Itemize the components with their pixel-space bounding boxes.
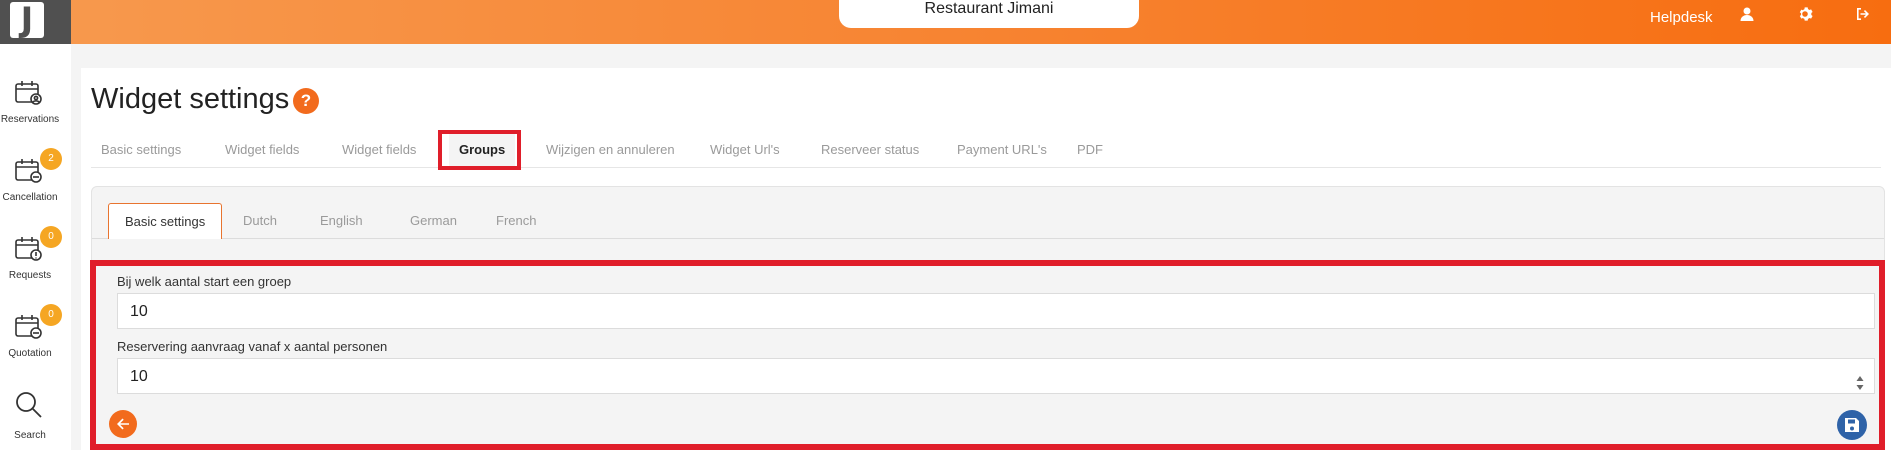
sidebar: Reservations 2 Cancellation 0 Requests 0…	[0, 44, 71, 450]
top-bar: J Restaurant Jimani Helpdesk	[0, 0, 1891, 44]
calendar-user-icon	[14, 78, 44, 108]
tab-wijzigen-en-annuleren[interactable]: Wijzigen en annuleren	[536, 132, 685, 168]
request-from-value: 10	[130, 368, 148, 385]
back-button[interactable]	[109, 410, 137, 438]
tab-reserveer-status[interactable]: Reserveer status	[811, 132, 929, 168]
sidebar-item-label: Search	[14, 430, 46, 441]
helpdesk-link[interactable]: Helpdesk	[1650, 9, 1713, 26]
requests-badge: 0	[40, 226, 62, 248]
sidebar-item-reservations[interactable]: Reservations	[0, 78, 71, 148]
group-start-value: 10	[130, 303, 148, 320]
cancellation-badge: 2	[40, 148, 62, 170]
group-start-input[interactable]: 10	[117, 293, 1875, 329]
settings-tabs: Basic settings Widget fields Widget fiel…	[91, 132, 1881, 168]
restaurant-selector[interactable]: Restaurant Jimani	[839, 0, 1139, 28]
tab-payment-urls[interactable]: Payment URL's	[947, 132, 1057, 168]
tab-widget-urls[interactable]: Widget Url's	[700, 132, 790, 168]
save-button[interactable]	[1837, 410, 1867, 440]
help-icon[interactable]: ?	[293, 88, 319, 114]
tab-pdf[interactable]: PDF	[1067, 132, 1113, 168]
quotation-badge: 0	[40, 304, 62, 326]
floppy-disk-icon	[1845, 418, 1859, 432]
sidebar-item-search[interactable]: Search	[0, 390, 71, 450]
tab-widget-fields[interactable]: Widget fields	[215, 132, 309, 168]
subtab-dutch[interactable]: Dutch	[227, 203, 293, 239]
sidebar-item-label: Reservations	[0, 114, 60, 125]
logo[interactable]: J	[0, 0, 71, 44]
logo-letter: J	[10, 2, 44, 38]
logout-icon[interactable]	[1855, 6, 1875, 26]
gear-icon[interactable]	[1797, 6, 1817, 26]
group-start-label: Bij welk aantal start een groep	[117, 274, 292, 289]
sidebar-item-label: Quotation	[8, 348, 52, 359]
tab-groups[interactable]: Groups	[449, 132, 516, 168]
subtab-basic-settings[interactable]: Basic settings	[108, 203, 223, 239]
language-tabs: Basic settings Dutch English German Fren…	[92, 203, 1884, 239]
sidebar-item-label: Requests	[8, 270, 52, 281]
subtab-french[interactable]: French	[480, 203, 552, 239]
subtab-english[interactable]: English	[304, 203, 379, 239]
user-icon[interactable]	[1739, 6, 1759, 26]
request-from-label: Reservering aanvraag vanaf x aantal pers…	[117, 339, 388, 354]
request-from-input[interactable]: 10	[117, 358, 1875, 394]
tab-basic-settings[interactable]: Basic settings	[91, 132, 191, 168]
sidebar-item-quotation[interactable]: 0 Quotation	[0, 304, 71, 382]
search-icon	[14, 390, 44, 420]
number-spinner-icon[interactable]	[1856, 369, 1864, 390]
arrow-left-icon	[117, 418, 129, 430]
page-title: Widget settings	[91, 83, 290, 115]
subtab-german[interactable]: German	[394, 203, 473, 239]
sidebar-item-cancellation[interactable]: 2 Cancellation	[0, 148, 71, 226]
sidebar-item-requests[interactable]: 0 Requests	[0, 226, 71, 304]
tab-widget-fields-2[interactable]: Widget fields	[332, 132, 426, 168]
sidebar-item-label: Cancellation	[2, 192, 58, 203]
